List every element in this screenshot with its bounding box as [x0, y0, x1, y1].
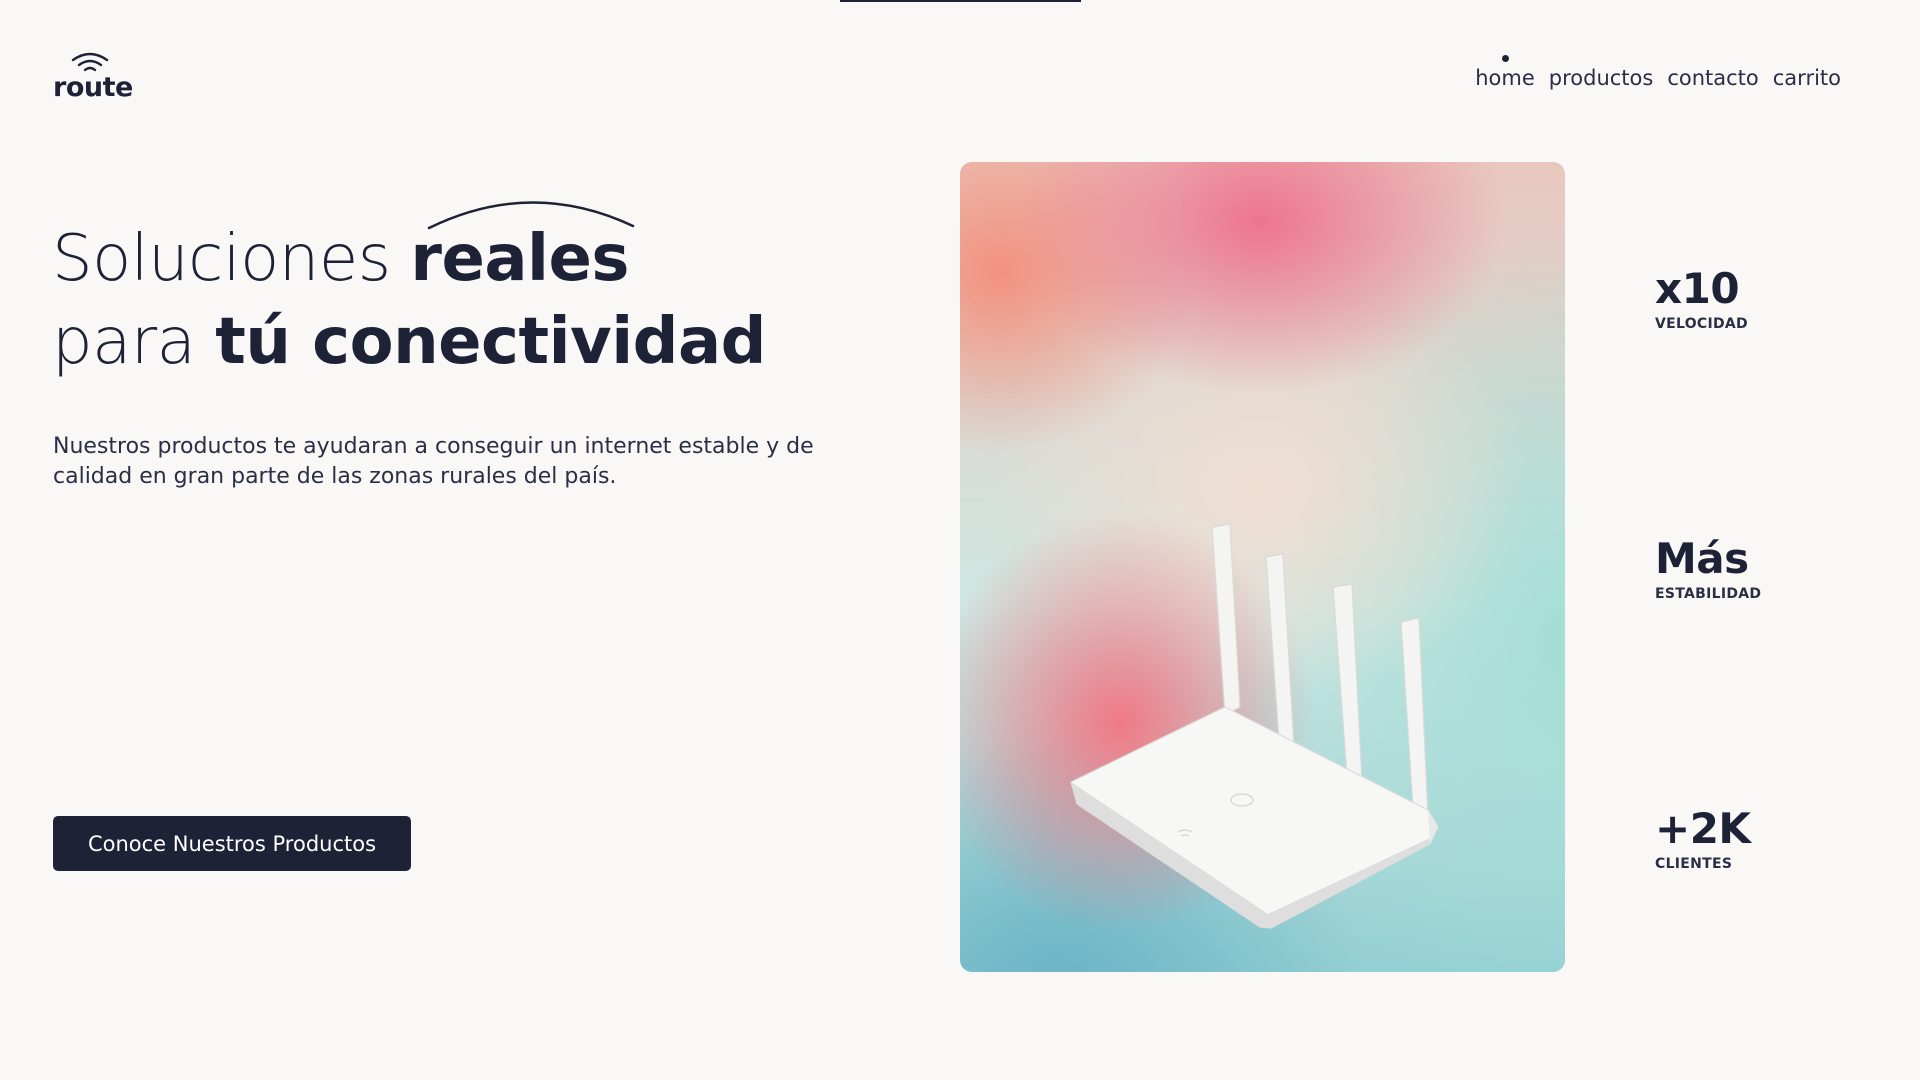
stat-estabilidad: Más ESTABILIDAD [1655, 534, 1762, 603]
stat-velocidad: x10 VELOCIDAD [1655, 264, 1748, 333]
wifi-icon [71, 52, 109, 72]
router-icon [1070, 523, 1439, 929]
nav-item-contacto[interactable]: contacto [1667, 66, 1758, 90]
hero-description: Nuestros productos te ayudaran a consegu… [53, 434, 814, 489]
stat-value: Más [1655, 534, 1749, 583]
brand-name: route [53, 72, 133, 103]
nav-item-label: productos [1548, 66, 1654, 90]
products-cta-button[interactable]: Conoce Nuestros Productos [53, 816, 411, 871]
stat-value: +2K [1655, 804, 1751, 853]
main-nav: home productos contacto carrito [1475, 55, 1841, 90]
landing-page: route home productos contacto carrito So… [0, 0, 1920, 1080]
stat-label: VELOCIDAD [1655, 316, 1748, 332]
hero-title-light-2: para [52, 305, 216, 379]
nav-item-label: carrito [1772, 66, 1841, 90]
stat-label: CLIENTES [1655, 856, 1733, 872]
hero-title-bold-1: reales [410, 222, 629, 296]
hero-title-line2: para tú conectividad [52, 305, 766, 379]
stat-label: ESTABILIDAD [1655, 586, 1762, 602]
nav-item-label: home [1475, 66, 1535, 90]
top-indicator-bar [840, 0, 1081, 2]
stat-clientes: +2K CLIENTES [1655, 804, 1751, 873]
hero-title: Soluciones reales para tú conectividad [52, 218, 766, 384]
router-image [960, 162, 1565, 972]
nav-item-home[interactable]: home [1475, 55, 1535, 90]
brand-logo[interactable]: route [53, 52, 143, 103]
hero-title-light-1: Soluciones [52, 222, 411, 296]
nav-item-productos[interactable]: productos [1549, 66, 1654, 90]
nav-item-carrito[interactable]: carrito [1773, 66, 1841, 90]
stat-value: x10 [1655, 264, 1740, 313]
nav-item-label: contacto [1667, 66, 1759, 90]
hero-title-bold-2: tú conectividad [215, 305, 766, 379]
hero-title-line1: Soluciones reales [52, 222, 629, 296]
active-indicator-dot [1501, 55, 1509, 62]
